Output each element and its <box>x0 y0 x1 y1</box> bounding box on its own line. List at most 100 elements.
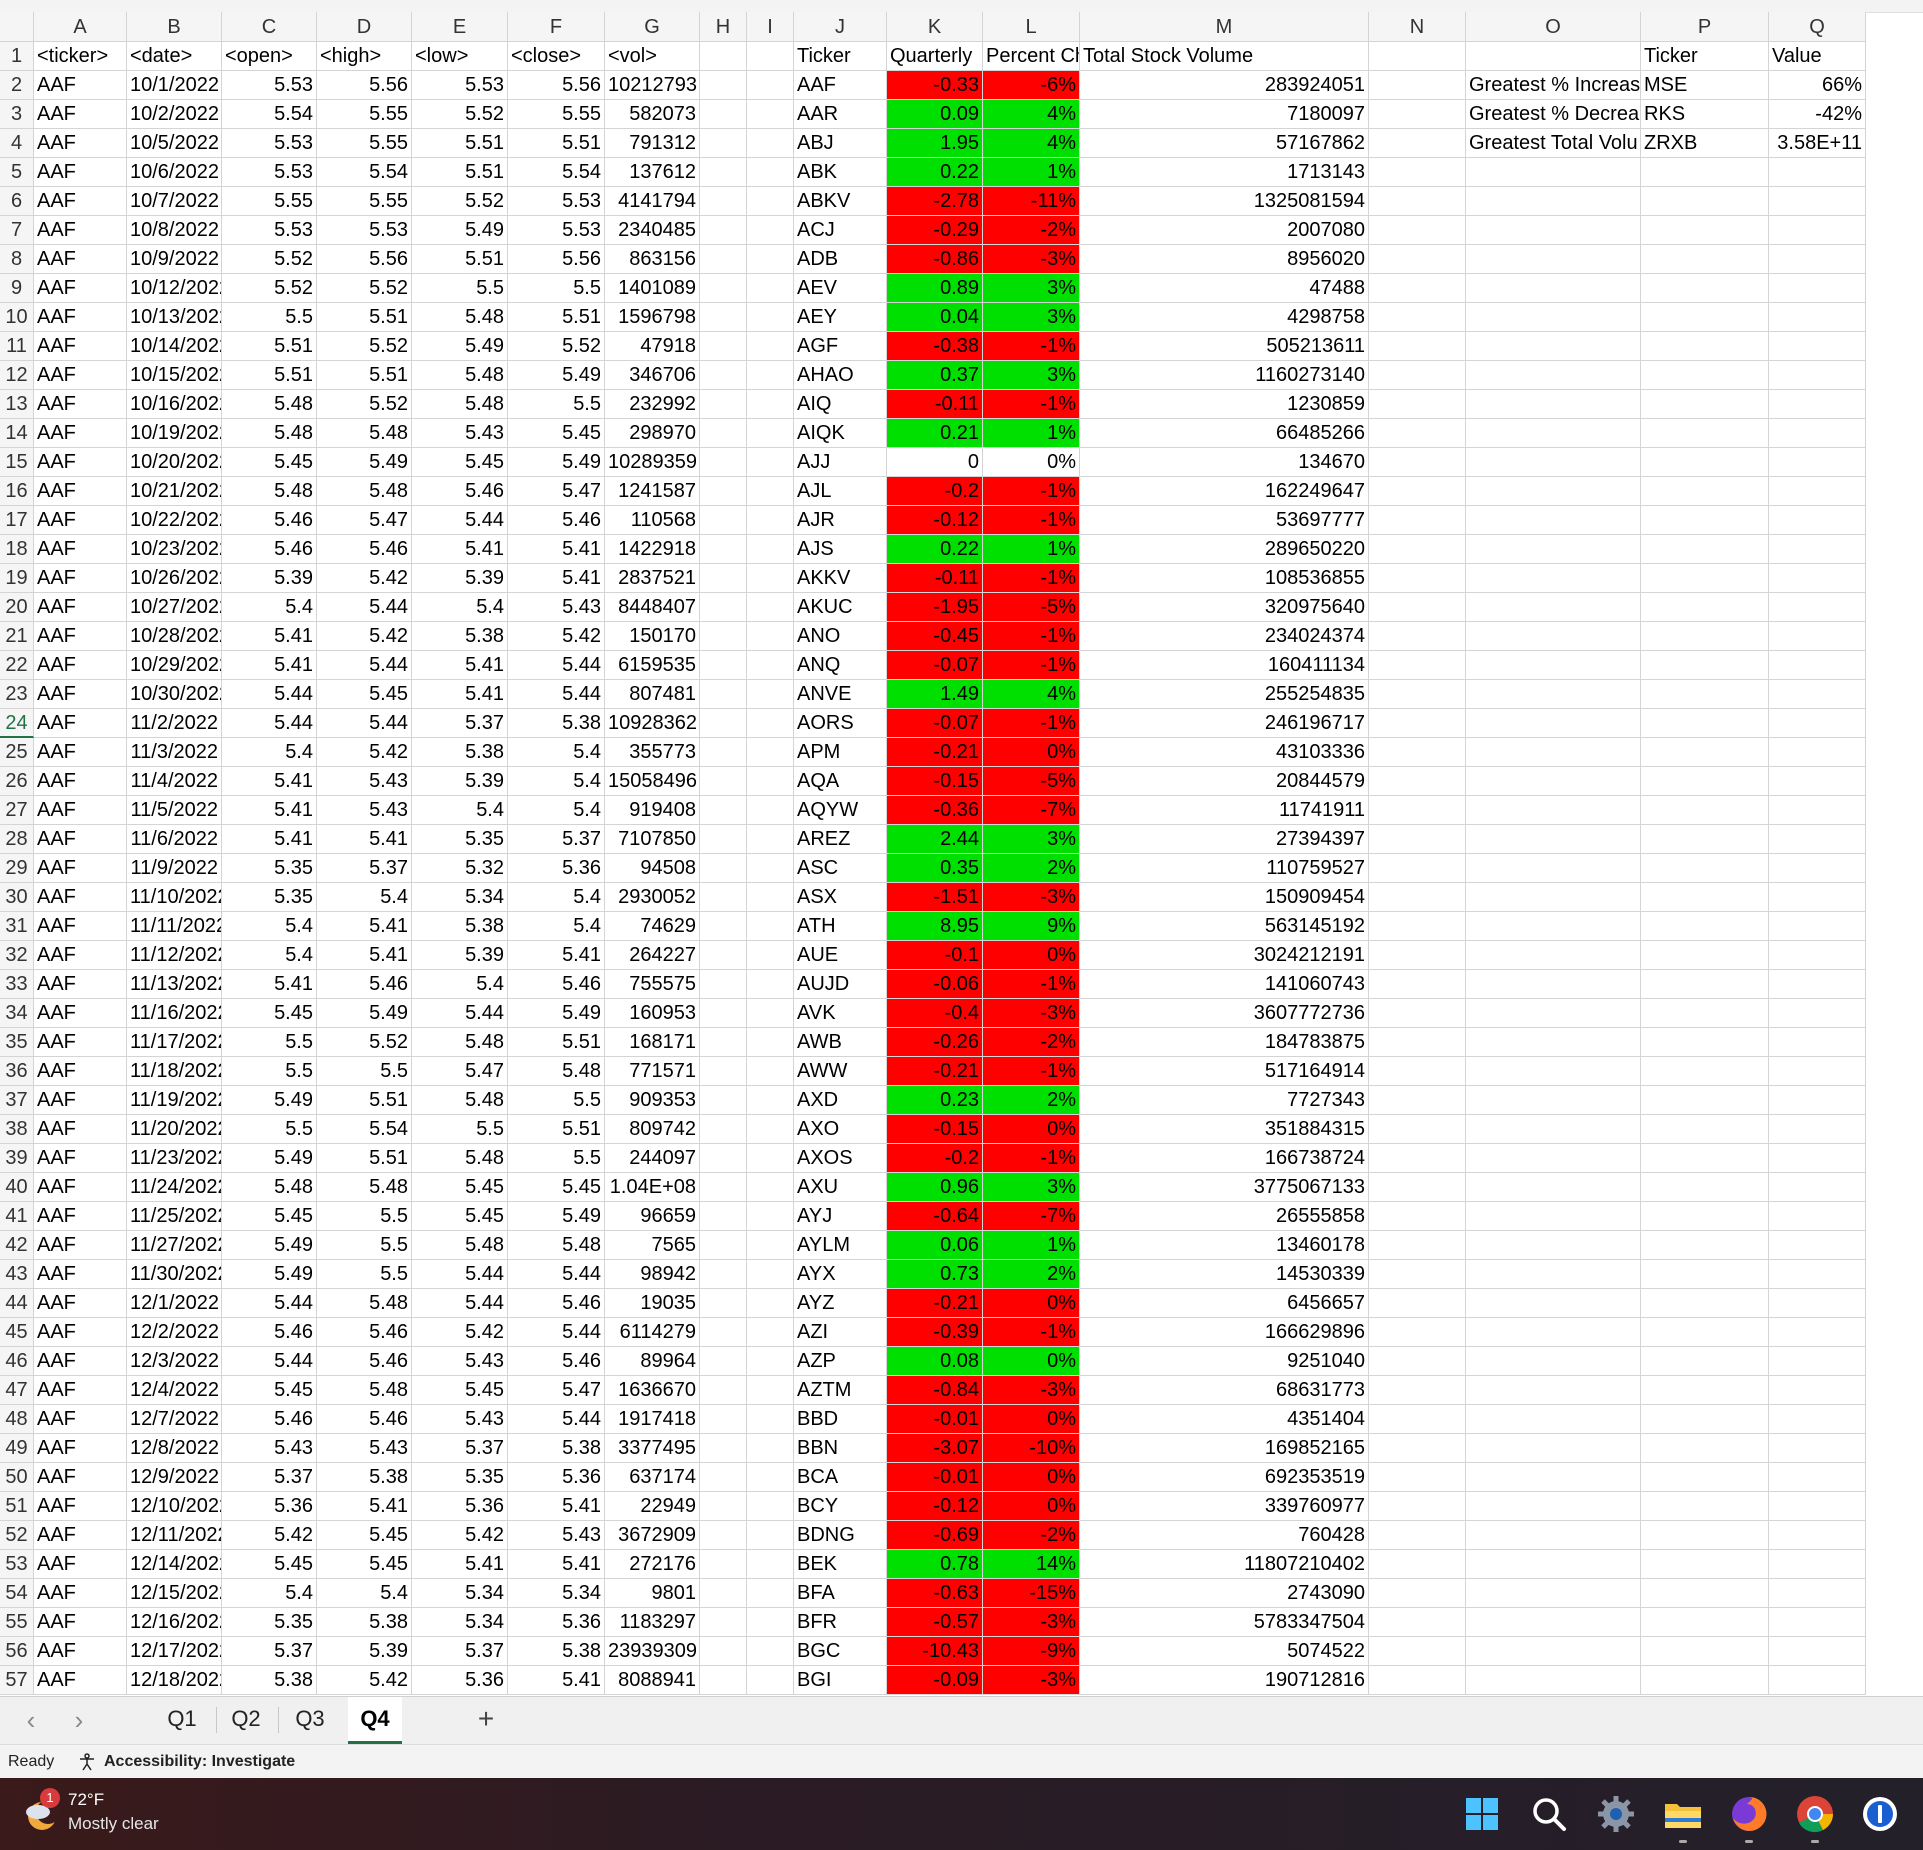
cell-h19[interactable] <box>700 564 747 593</box>
cell-h11[interactable] <box>700 332 747 361</box>
cell-c52[interactable]: 5.42 <box>222 1521 317 1550</box>
cell-e10[interactable]: 5.48 <box>412 303 508 332</box>
cell-p40[interactable] <box>1641 1173 1769 1202</box>
cell-k19[interactable]: -0.11 <box>887 564 983 593</box>
cell-b5[interactable]: 10/6/2022 <box>127 158 222 187</box>
cell-g32[interactable]: 264227 <box>605 941 700 970</box>
cell-d30[interactable]: 5.4 <box>317 883 412 912</box>
row-header[interactable]: 2 <box>0 71 34 100</box>
cell-q22[interactable] <box>1769 651 1866 680</box>
cell-e32[interactable]: 5.39 <box>412 941 508 970</box>
cell-i27[interactable] <box>747 796 794 825</box>
cell-b44[interactable]: 12/1/2022 <box>127 1289 222 1318</box>
cell-l7[interactable]: -2% <box>983 216 1080 245</box>
cell-a14[interactable]: AAF <box>34 419 127 448</box>
cell-g33[interactable]: 755575 <box>605 970 700 999</box>
cell-o14[interactable] <box>1466 419 1641 448</box>
cell-i3[interactable] <box>747 100 794 129</box>
cell-o22[interactable] <box>1466 651 1641 680</box>
cell-l55[interactable]: -3% <box>983 1608 1080 1637</box>
row-header[interactable]: 14 <box>0 419 34 448</box>
cell-b7[interactable]: 10/8/2022 <box>127 216 222 245</box>
row-header[interactable]: 35 <box>0 1028 34 1057</box>
cell-l16[interactable]: -1% <box>983 477 1080 506</box>
cell-e55[interactable]: 5.34 <box>412 1608 508 1637</box>
cell-q26[interactable] <box>1769 767 1866 796</box>
cell-l18[interactable]: 1% <box>983 535 1080 564</box>
cell-a51[interactable]: AAF <box>34 1492 127 1521</box>
cell-k26[interactable]: -0.15 <box>887 767 983 796</box>
cell-m57[interactable]: 190712816 <box>1080 1666 1369 1695</box>
cell-l13[interactable]: -1% <box>983 390 1080 419</box>
cell-e36[interactable]: 5.47 <box>412 1057 508 1086</box>
cell-c29[interactable]: 5.35 <box>222 854 317 883</box>
cell-i44[interactable] <box>747 1289 794 1318</box>
cell-i55[interactable] <box>747 1608 794 1637</box>
cell-n6[interactable] <box>1369 187 1466 216</box>
cell-o17[interactable] <box>1466 506 1641 535</box>
cell-b21[interactable]: 10/28/2022 <box>127 622 222 651</box>
cell-m36[interactable]: 517164914 <box>1080 1057 1369 1086</box>
cell-a28[interactable]: AAF <box>34 825 127 854</box>
cell-j19[interactable]: AKKV <box>794 564 887 593</box>
cell-h15[interactable] <box>700 448 747 477</box>
row-header[interactable]: 52 <box>0 1521 34 1550</box>
row-header[interactable]: 46 <box>0 1347 34 1376</box>
cell-q33[interactable] <box>1769 970 1866 999</box>
cell-j52[interactable]: BDNG <box>794 1521 887 1550</box>
cell-p18[interactable] <box>1641 535 1769 564</box>
cell-b46[interactable]: 12/3/2022 <box>127 1347 222 1376</box>
cell-d32[interactable]: 5.41 <box>317 941 412 970</box>
cell-o42[interactable] <box>1466 1231 1641 1260</box>
firefox-icon[interactable] <box>1727 1792 1771 1836</box>
column-header-b[interactable]: B <box>127 12 222 42</box>
cell-b39[interactable]: 11/23/2022 <box>127 1144 222 1173</box>
tab-scroll-left-icon[interactable]: ‹ <box>16 1705 46 1736</box>
cell-f35[interactable]: 5.51 <box>508 1028 605 1057</box>
cell-j17[interactable]: AJR <box>794 506 887 535</box>
cell-d38[interactable]: 5.54 <box>317 1115 412 1144</box>
cell-d2[interactable]: 5.56 <box>317 71 412 100</box>
cell-i49[interactable] <box>747 1434 794 1463</box>
cell-k1[interactable]: Quarterly <box>887 42 983 71</box>
cell-d35[interactable]: 5.52 <box>317 1028 412 1057</box>
cell-a52[interactable]: AAF <box>34 1521 127 1550</box>
cell-i32[interactable] <box>747 941 794 970</box>
cell-i51[interactable] <box>747 1492 794 1521</box>
cell-c37[interactable]: 5.49 <box>222 1086 317 1115</box>
cell-b30[interactable]: 11/10/2022 <box>127 883 222 912</box>
cell-c26[interactable]: 5.41 <box>222 767 317 796</box>
cell-c25[interactable]: 5.4 <box>222 738 317 767</box>
cell-c10[interactable]: 5.5 <box>222 303 317 332</box>
cell-k27[interactable]: -0.36 <box>887 796 983 825</box>
cell-p52[interactable] <box>1641 1521 1769 1550</box>
cell-f11[interactable]: 5.52 <box>508 332 605 361</box>
cell-p53[interactable] <box>1641 1550 1769 1579</box>
cell-g31[interactable]: 74629 <box>605 912 700 941</box>
cell-a57[interactable]: AAF <box>34 1666 127 1695</box>
cell-m41[interactable]: 26555858 <box>1080 1202 1369 1231</box>
cell-h30[interactable] <box>700 883 747 912</box>
cell-f25[interactable]: 5.4 <box>508 738 605 767</box>
cell-c57[interactable]: 5.38 <box>222 1666 317 1695</box>
row-header[interactable]: 25 <box>0 738 34 767</box>
cell-e2[interactable]: 5.53 <box>412 71 508 100</box>
cell-e25[interactable]: 5.38 <box>412 738 508 767</box>
cell-q44[interactable] <box>1769 1289 1866 1318</box>
cell-i19[interactable] <box>747 564 794 593</box>
cell-p1[interactable]: Ticker <box>1641 42 1769 71</box>
cell-k55[interactable]: -0.57 <box>887 1608 983 1637</box>
cell-i45[interactable] <box>747 1318 794 1347</box>
cell-f17[interactable]: 5.46 <box>508 506 605 535</box>
cell-e49[interactable]: 5.37 <box>412 1434 508 1463</box>
cell-f51[interactable]: 5.41 <box>508 1492 605 1521</box>
cell-a36[interactable]: AAF <box>34 1057 127 1086</box>
cell-m6[interactable]: 1325081594 <box>1080 187 1369 216</box>
cell-n24[interactable] <box>1369 709 1466 738</box>
cell-h25[interactable] <box>700 738 747 767</box>
cell-k3[interactable]: 0.09 <box>887 100 983 129</box>
cell-i25[interactable] <box>747 738 794 767</box>
cell-e34[interactable]: 5.44 <box>412 999 508 1028</box>
tab-q4[interactable]: Q4 <box>348 1697 402 1744</box>
cell-g15[interactable]: 10289359 <box>605 448 700 477</box>
